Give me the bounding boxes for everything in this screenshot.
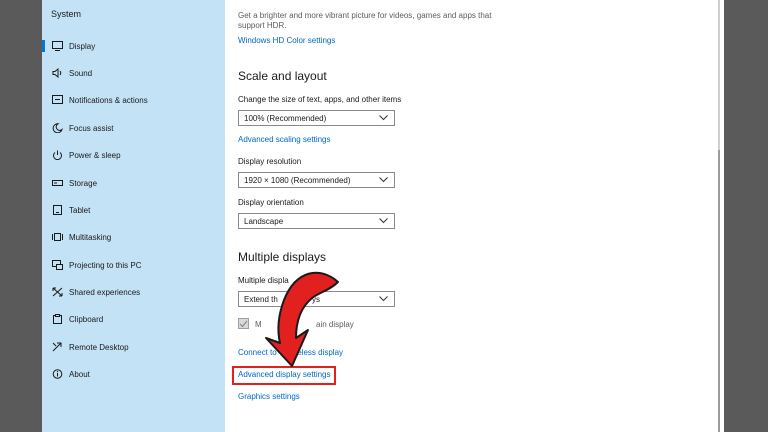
multiple-displays-label: Multiple displa bbox=[238, 276, 289, 285]
sidebar-item-label: Storage bbox=[69, 178, 98, 188]
sidebar-item-focus-assist[interactable]: Focus assist bbox=[42, 117, 225, 139]
sidebar-item-storage[interactable]: Storage bbox=[42, 172, 225, 194]
sidebar-item-remote-desktop[interactable]: Remote Desktop bbox=[42, 336, 225, 358]
sidebar-item-tablet[interactable]: Tablet bbox=[42, 199, 225, 221]
orientation-label: Display orientation bbox=[238, 198, 304, 207]
resolution-label: Display resolution bbox=[238, 157, 302, 166]
scrollbar[interactable] bbox=[718, 0, 720, 432]
graphics-settings-link[interactable]: Graphics settings bbox=[238, 392, 300, 401]
sidebar-item-sound[interactable]: Sound bbox=[42, 62, 225, 84]
display-icon bbox=[51, 40, 63, 52]
multitasking-icon bbox=[51, 231, 63, 243]
sidebar: System Display Sound Notifications & act… bbox=[42, 0, 225, 432]
checkmark-icon bbox=[239, 320, 248, 327]
sidebar-item-notifications[interactable]: Notifications & actions bbox=[42, 89, 225, 111]
scrollbar-thumb[interactable] bbox=[718, 150, 720, 432]
multiple-displays-heading: Multiple displays bbox=[238, 250, 327, 264]
shared-experiences-icon bbox=[51, 286, 63, 298]
sidebar-item-clipboard[interactable]: Clipboard bbox=[42, 308, 225, 330]
connect-wireless-link[interactable]: Connect to bbox=[238, 348, 277, 357]
advanced-scaling-link[interactable]: Advanced scaling settings bbox=[238, 135, 331, 144]
main-display-checkbox[interactable] bbox=[238, 318, 249, 329]
sidebar-item-shared-experiences[interactable]: Shared experiences bbox=[42, 281, 225, 303]
sidebar-item-label: Projecting to this PC bbox=[69, 260, 142, 270]
moon-icon bbox=[51, 122, 63, 134]
sidebar-item-about[interactable]: About bbox=[42, 363, 225, 385]
sidebar-item-multitasking[interactable]: Multitasking bbox=[42, 226, 225, 248]
chevron-down-icon bbox=[379, 217, 388, 226]
hdr-description: Get a brighter and more vibrant picture … bbox=[238, 11, 492, 20]
clipboard-icon bbox=[51, 313, 63, 325]
scale-dropdown-value: 100% (Recommended) bbox=[244, 113, 327, 123]
sidebar-item-projecting[interactable]: Projecting to this PC bbox=[42, 254, 225, 276]
sidebar-item-power-sleep[interactable]: Power & sleep bbox=[42, 144, 225, 166]
scale-dropdown[interactable]: 100% (Recommended) bbox=[238, 110, 395, 126]
sidebar-item-label: Shared experiences bbox=[69, 287, 141, 297]
resolution-dropdown[interactable]: 1920 × 1080 (Recommended) bbox=[238, 172, 395, 188]
power-icon bbox=[51, 149, 63, 161]
sidebar-item-label: Multitasking bbox=[69, 232, 112, 242]
speaker-icon bbox=[51, 67, 63, 79]
sidebar-item-label: Focus assist bbox=[69, 123, 114, 133]
storage-icon bbox=[51, 177, 63, 189]
info-icon bbox=[51, 368, 63, 380]
tablet-icon bbox=[51, 204, 63, 216]
orientation-dropdown[interactable]: Landscape bbox=[238, 213, 395, 229]
windows-hd-color-link[interactable]: Windows HD Color settings bbox=[238, 36, 335, 45]
main-display-label-start: M bbox=[255, 320, 262, 329]
notifications-icon bbox=[51, 94, 63, 106]
orientation-dropdown-value: Landscape bbox=[244, 216, 284, 226]
multiple-displays-dropdown-value: Extend th bbox=[244, 294, 278, 304]
sidebar-item-label: Sound bbox=[69, 68, 93, 78]
scale-label: Change the size of text, apps, and other… bbox=[238, 95, 402, 104]
scale-layout-heading: Scale and layout bbox=[238, 69, 327, 83]
chevron-down-icon bbox=[379, 176, 388, 185]
sidebar-item-label: Tablet bbox=[69, 205, 91, 215]
sidebar-item-label: About bbox=[69, 369, 90, 379]
selection-indicator bbox=[42, 40, 45, 52]
main-display-label-end: ain display bbox=[316, 320, 354, 329]
sidebar-item-label: Remote Desktop bbox=[69, 342, 129, 352]
connect-wireless-link-end[interactable]: wireless display bbox=[287, 348, 343, 357]
sidebar-item-label: Display bbox=[69, 41, 96, 51]
sidebar-item-label: Clipboard bbox=[69, 314, 104, 324]
remote-desktop-icon bbox=[51, 341, 63, 353]
hdr-description-line2: support HDR. bbox=[238, 21, 287, 30]
resolution-dropdown-value: 1920 × 1080 (Recommended) bbox=[244, 175, 351, 185]
sidebar-item-display[interactable]: Display bbox=[42, 35, 225, 57]
highlight-box bbox=[232, 366, 336, 385]
multiple-displays-dropdown-value-end: ys bbox=[312, 295, 320, 304]
sidebar-item-label: Power & sleep bbox=[69, 150, 121, 160]
settings-window: System Display Sound Notifications & act… bbox=[42, 0, 724, 432]
sidebar-item-label: Notifications & actions bbox=[69, 95, 148, 105]
projecting-icon bbox=[51, 259, 63, 271]
chevron-down-icon bbox=[379, 114, 388, 123]
multiple-displays-dropdown[interactable]: Extend th ys bbox=[238, 291, 395, 307]
sidebar-title: System bbox=[51, 9, 82, 19]
chevron-down-icon bbox=[379, 295, 388, 304]
